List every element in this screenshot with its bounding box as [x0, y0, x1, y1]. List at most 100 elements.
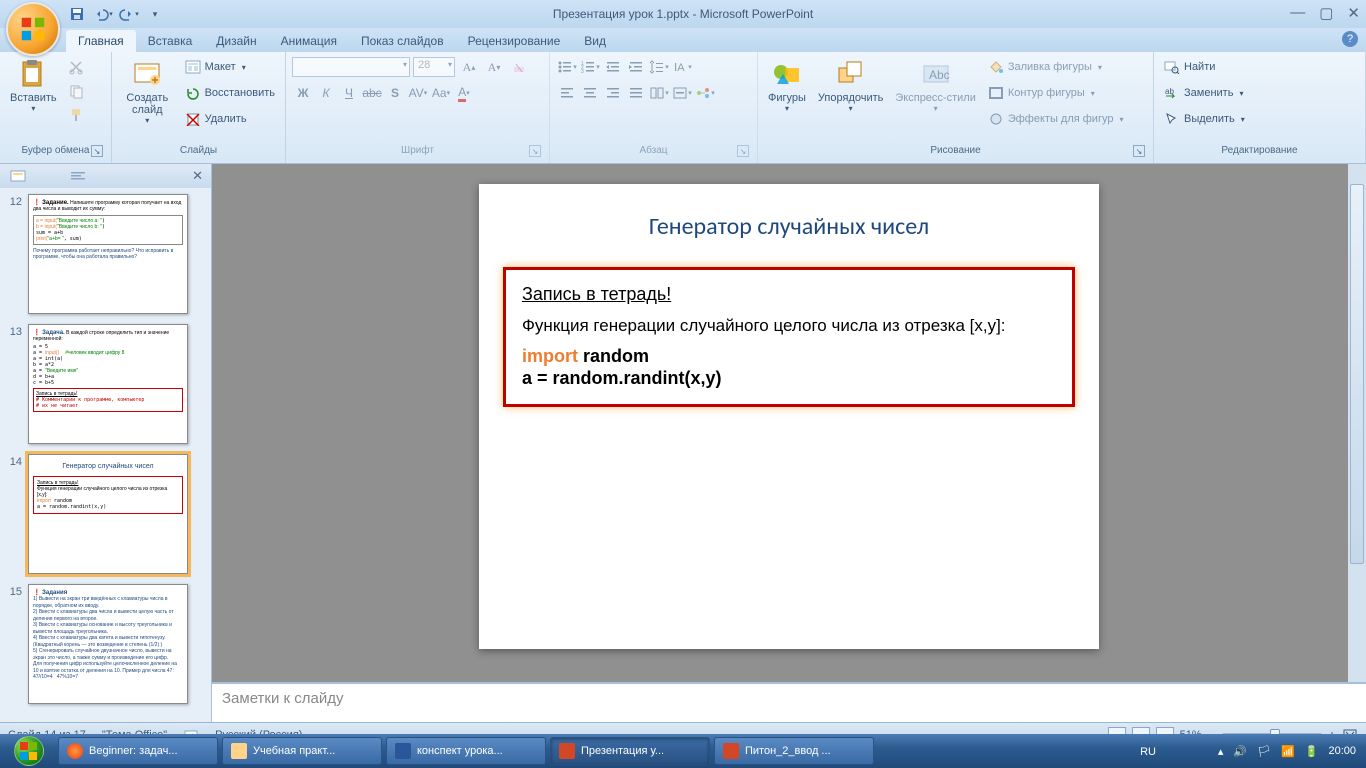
tray-action-icon[interactable]: 🏳 [1257, 745, 1271, 758]
numbering[interactable]: 123▾ [579, 56, 601, 78]
select-button[interactable]: Выделить▾ [1160, 108, 1249, 130]
clipboard-dialog[interactable]: ↘ [91, 145, 103, 157]
thumb-12[interactable]: ❗ Задание. Напишите программу которая по… [28, 194, 188, 314]
drawing-dialog[interactable]: ↘ [1133, 145, 1145, 157]
tab-animation[interactable]: Анимация [269, 30, 349, 52]
slide-panel: ✕ 12 ❗ Задание. Напишите программу котор… [0, 164, 212, 722]
minimize-button[interactable]: — [1290, 4, 1305, 22]
font-family-combo[interactable] [292, 57, 410, 77]
office-button[interactable] [6, 2, 60, 56]
smartart[interactable]: ▾ [694, 82, 716, 104]
reset-button[interactable]: Восстановить [181, 82, 279, 104]
paste-button[interactable]: Вставить▾ [6, 56, 61, 115]
current-slide[interactable]: Генератор случайных чисел Запись в тетра… [479, 184, 1099, 649]
align-right[interactable] [602, 82, 624, 104]
help-button[interactable]: ? [1342, 31, 1358, 47]
replace-button[interactable]: abЗаменить▾ [1160, 82, 1249, 104]
shape-effects[interactable]: Эффекты для фигур▾ [984, 108, 1128, 130]
tray-network-icon[interactable]: 📶 [1281, 745, 1295, 758]
notes-pane[interactable]: Заметки к слайду [212, 682, 1366, 722]
tab-insert[interactable]: Вставка [136, 30, 205, 52]
line-spacing[interactable]: ▾ [648, 56, 670, 78]
shape-outline[interactable]: Контур фигуры▾ [984, 82, 1128, 104]
start-button[interactable] [2, 734, 56, 768]
text-direction[interactable]: ⅠA▾ [671, 56, 693, 78]
group-label-paragraph: Абзац [639, 145, 667, 156]
font-size-combo[interactable]: 28 [413, 57, 455, 77]
qat-undo[interactable]: ▾ [92, 3, 114, 25]
align-text[interactable]: ▾ [671, 82, 693, 104]
align-left[interactable] [556, 82, 578, 104]
tab-slideshow[interactable]: Показ слайдов [349, 30, 456, 52]
strike-button[interactable]: abc [361, 82, 383, 104]
ribbon-tabs: Главная Вставка Дизайн Анимация Показ сл… [0, 28, 1366, 52]
columns[interactable]: ▾ [648, 82, 670, 104]
italic-button[interactable]: К [315, 82, 337, 104]
cut-button[interactable] [65, 56, 87, 78]
close-panel[interactable]: ✕ [192, 168, 203, 184]
thumbnails-list[interactable]: 12 ❗ Задание. Напишите программу которая… [0, 188, 211, 722]
svg-text:3: 3 [581, 69, 584, 74]
bullets[interactable]: ▾ [556, 56, 578, 78]
thumb-14[interactable]: Генератор случайных чиселЗапись в тетрад… [28, 454, 188, 574]
shape-fill[interactable]: Заливка фигуры▾ [984, 56, 1128, 78]
tab-view[interactable]: Вид [572, 30, 618, 52]
find-button[interactable]: Найти [1160, 56, 1249, 78]
font-dialog[interactable]: ↘ [529, 145, 541, 157]
tray-clock[interactable]: 20:00 [1328, 745, 1356, 757]
qat-save[interactable] [66, 3, 88, 25]
shrink-font[interactable]: A▾ [483, 56, 505, 78]
tab-design[interactable]: Дизайн [204, 30, 268, 52]
tray-battery-icon[interactable]: 🔋 [1305, 745, 1319, 758]
close-button[interactable]: ✕ [1347, 4, 1360, 22]
task-word[interactable]: конспект урока... [386, 737, 546, 765]
slide-editor[interactable]: Генератор случайных чисел Запись в тетра… [212, 164, 1366, 722]
grow-font[interactable]: A▴ [458, 56, 480, 78]
group-label-editing: Редактирование [1160, 145, 1359, 161]
svg-text:Abc: Abc [929, 68, 950, 82]
task-ppt-active[interactable]: Презентация у... [550, 737, 710, 765]
thumb-15[interactable]: ❗ Задания1) Вывести на экран три введённ… [28, 584, 188, 704]
align-center[interactable] [579, 82, 601, 104]
dec-indent[interactable] [602, 56, 624, 78]
change-case[interactable]: Aa▾ [430, 82, 452, 104]
tray-volume-icon[interactable]: 🔊 [1233, 745, 1247, 758]
scroll-thumb[interactable] [1350, 184, 1364, 564]
clear-format[interactable] [508, 56, 530, 78]
tray-arrow[interactable]: ▴ [1218, 745, 1224, 758]
task-firefox[interactable]: Beginner: задач... [58, 737, 218, 765]
char-spacing[interactable]: AV▾ [407, 82, 429, 104]
tab-home[interactable]: Главная [66, 30, 136, 52]
lang-indicator[interactable]: RU [1140, 746, 1156, 758]
justify[interactable] [625, 82, 647, 104]
delete-slide-button[interactable]: Удалить [181, 108, 279, 130]
shadow-button[interactable]: S [384, 82, 406, 104]
inc-indent[interactable] [625, 56, 647, 78]
task-ppt2[interactable]: Питон_2_ввод ... [714, 737, 874, 765]
paragraph-dialog[interactable]: ↘ [737, 145, 749, 157]
content-box[interactable]: Запись в тетрадь! Функция генерации случ… [503, 267, 1075, 407]
outline-tab[interactable] [68, 168, 88, 184]
copy-button[interactable] [65, 80, 87, 102]
vertical-scrollbar[interactable] [1348, 164, 1366, 682]
new-slide-button[interactable]: Создать слайд▾ [118, 56, 177, 127]
qat-redo[interactable]: ▾ [118, 3, 140, 25]
thumb-13[interactable]: ❗ Задача. В каждой строке определить тип… [28, 324, 188, 444]
slide-title[interactable]: Генератор случайных чисел [479, 212, 1099, 241]
font-color[interactable]: A▾ [453, 82, 475, 104]
quick-styles-button[interactable]: Abc Экспресс-стили▾ [891, 56, 979, 115]
qat-customize[interactable]: ▾ [144, 3, 166, 25]
tab-review[interactable]: Рецензирование [456, 30, 573, 52]
thumbnails-tab[interactable] [8, 168, 28, 184]
format-painter-button[interactable] [65, 104, 87, 126]
underline-button[interactable]: Ч [338, 82, 360, 104]
shapes-button[interactable]: Фигуры▾ [764, 56, 810, 115]
arrange-button[interactable]: Упорядочить▾ [814, 56, 887, 115]
group-label-clipboard: Буфер обмена [22, 145, 90, 156]
layout-button[interactable]: Макет▾ [181, 56, 279, 78]
task-folder[interactable]: Учебная практ... [222, 737, 382, 765]
taskbar: Beginner: задач... Учебная практ... конс… [0, 734, 1366, 768]
window-title: Презентация урок 1.pptx - Microsoft Powe… [553, 7, 813, 21]
bold-button[interactable]: Ж [292, 82, 314, 104]
maximize-button[interactable]: ▢ [1319, 4, 1333, 22]
